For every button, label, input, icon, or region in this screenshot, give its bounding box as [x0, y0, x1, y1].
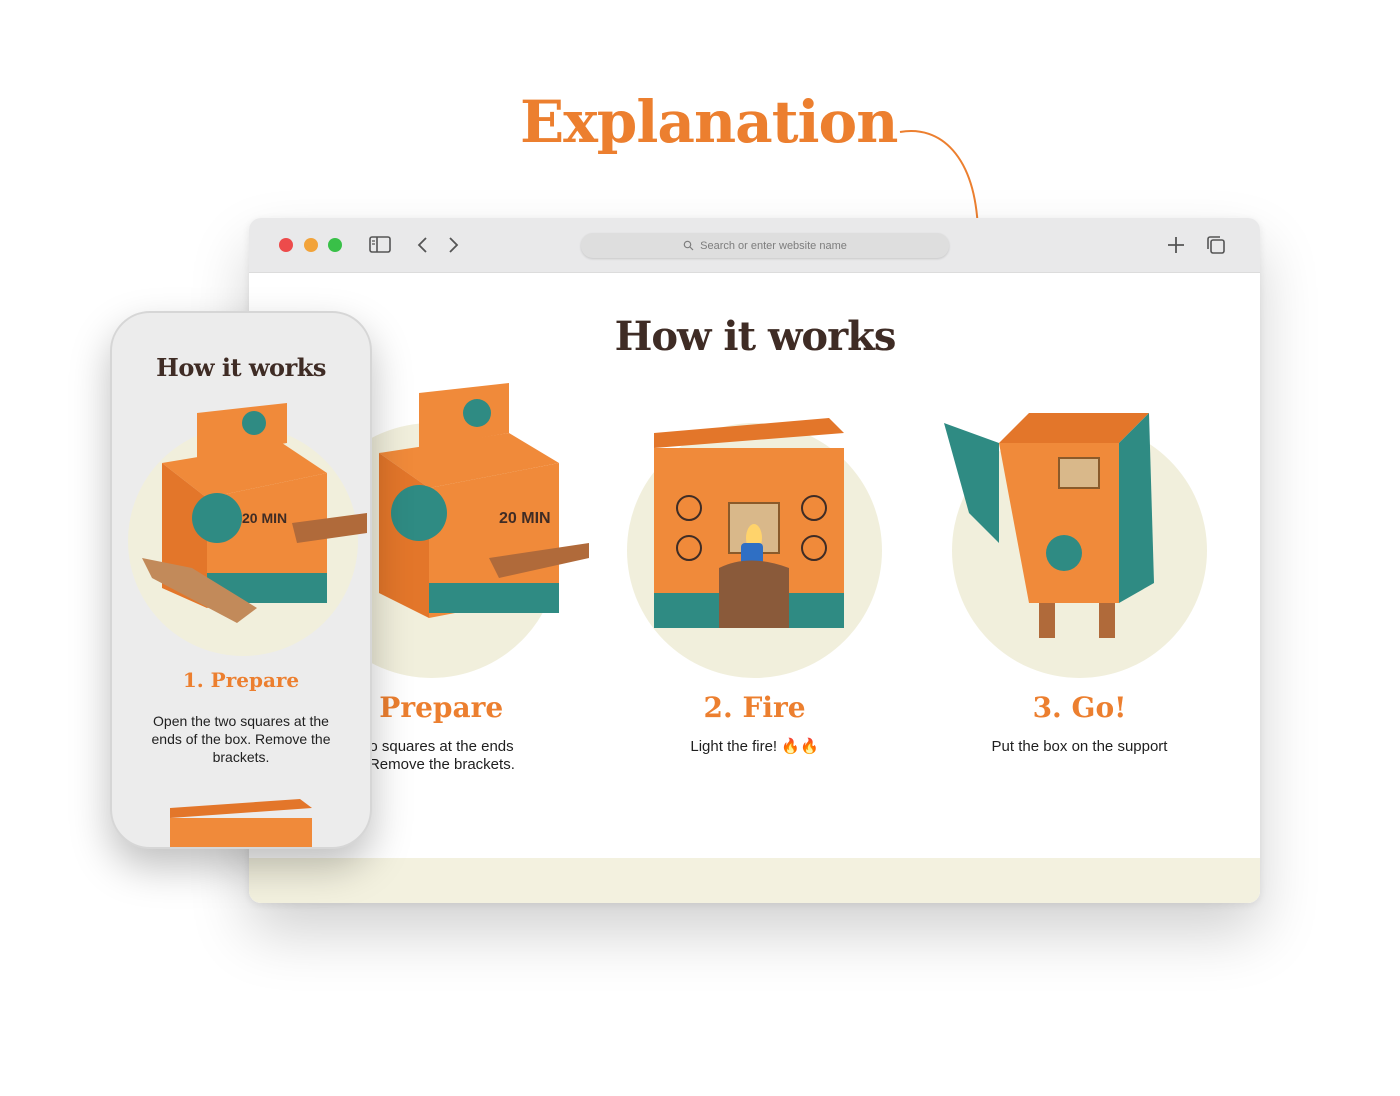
web-page: How it works 20 MIN . Prepare two square…: [249, 273, 1260, 903]
new-tab-icon[interactable]: [1164, 234, 1188, 256]
step-3-box-image: [944, 413, 1154, 638]
tabs-icon[interactable]: [1204, 234, 1228, 256]
browser-window: Search or enter website name How it work…: [249, 218, 1260, 903]
svg-text:20 MIN: 20 MIN: [499, 510, 551, 527]
forward-icon[interactable]: [441, 234, 465, 256]
phone-mockup: How it works 20 MIN 1. Prepare Open the …: [110, 311, 372, 849]
step-2-box-image: [654, 418, 844, 628]
step-3-description: Put the box on the support: [991, 738, 1168, 755]
footer-band: [249, 858, 1260, 903]
headline: Explanation: [520, 88, 898, 156]
back-icon[interactable]: [411, 234, 435, 256]
search-icon: [683, 240, 694, 251]
step-3-title: 3. Go!: [1032, 691, 1127, 724]
mobile-step-1-title: 1. Prepare: [182, 668, 300, 692]
mobile-step-1-box-image: 20 MIN: [142, 403, 367, 623]
step-1-box-image: 20 MIN: [379, 383, 589, 618]
step-2-title: 2. Fire: [703, 691, 806, 724]
mobile-page-title: How it works: [156, 353, 326, 382]
address-bar[interactable]: Search or enter website name: [581, 233, 949, 258]
minimize-dot[interactable]: [304, 238, 318, 252]
browser-toolbar: Search or enter website name: [249, 218, 1260, 273]
step-2-description: Light the fire! 🔥🔥: [690, 738, 819, 755]
mobile-step-1-description: Open the two squares at the ends of the …: [151, 713, 331, 765]
zoom-dot[interactable]: [328, 238, 342, 252]
page-title: How it works: [614, 313, 897, 360]
svg-text:20 MIN: 20 MIN: [242, 510, 287, 526]
sidebar-icon[interactable]: [368, 234, 392, 256]
mobile-step-2-box-image: [170, 799, 312, 847]
close-dot[interactable]: [279, 238, 293, 252]
address-placeholder: Search or enter website name: [700, 239, 847, 252]
